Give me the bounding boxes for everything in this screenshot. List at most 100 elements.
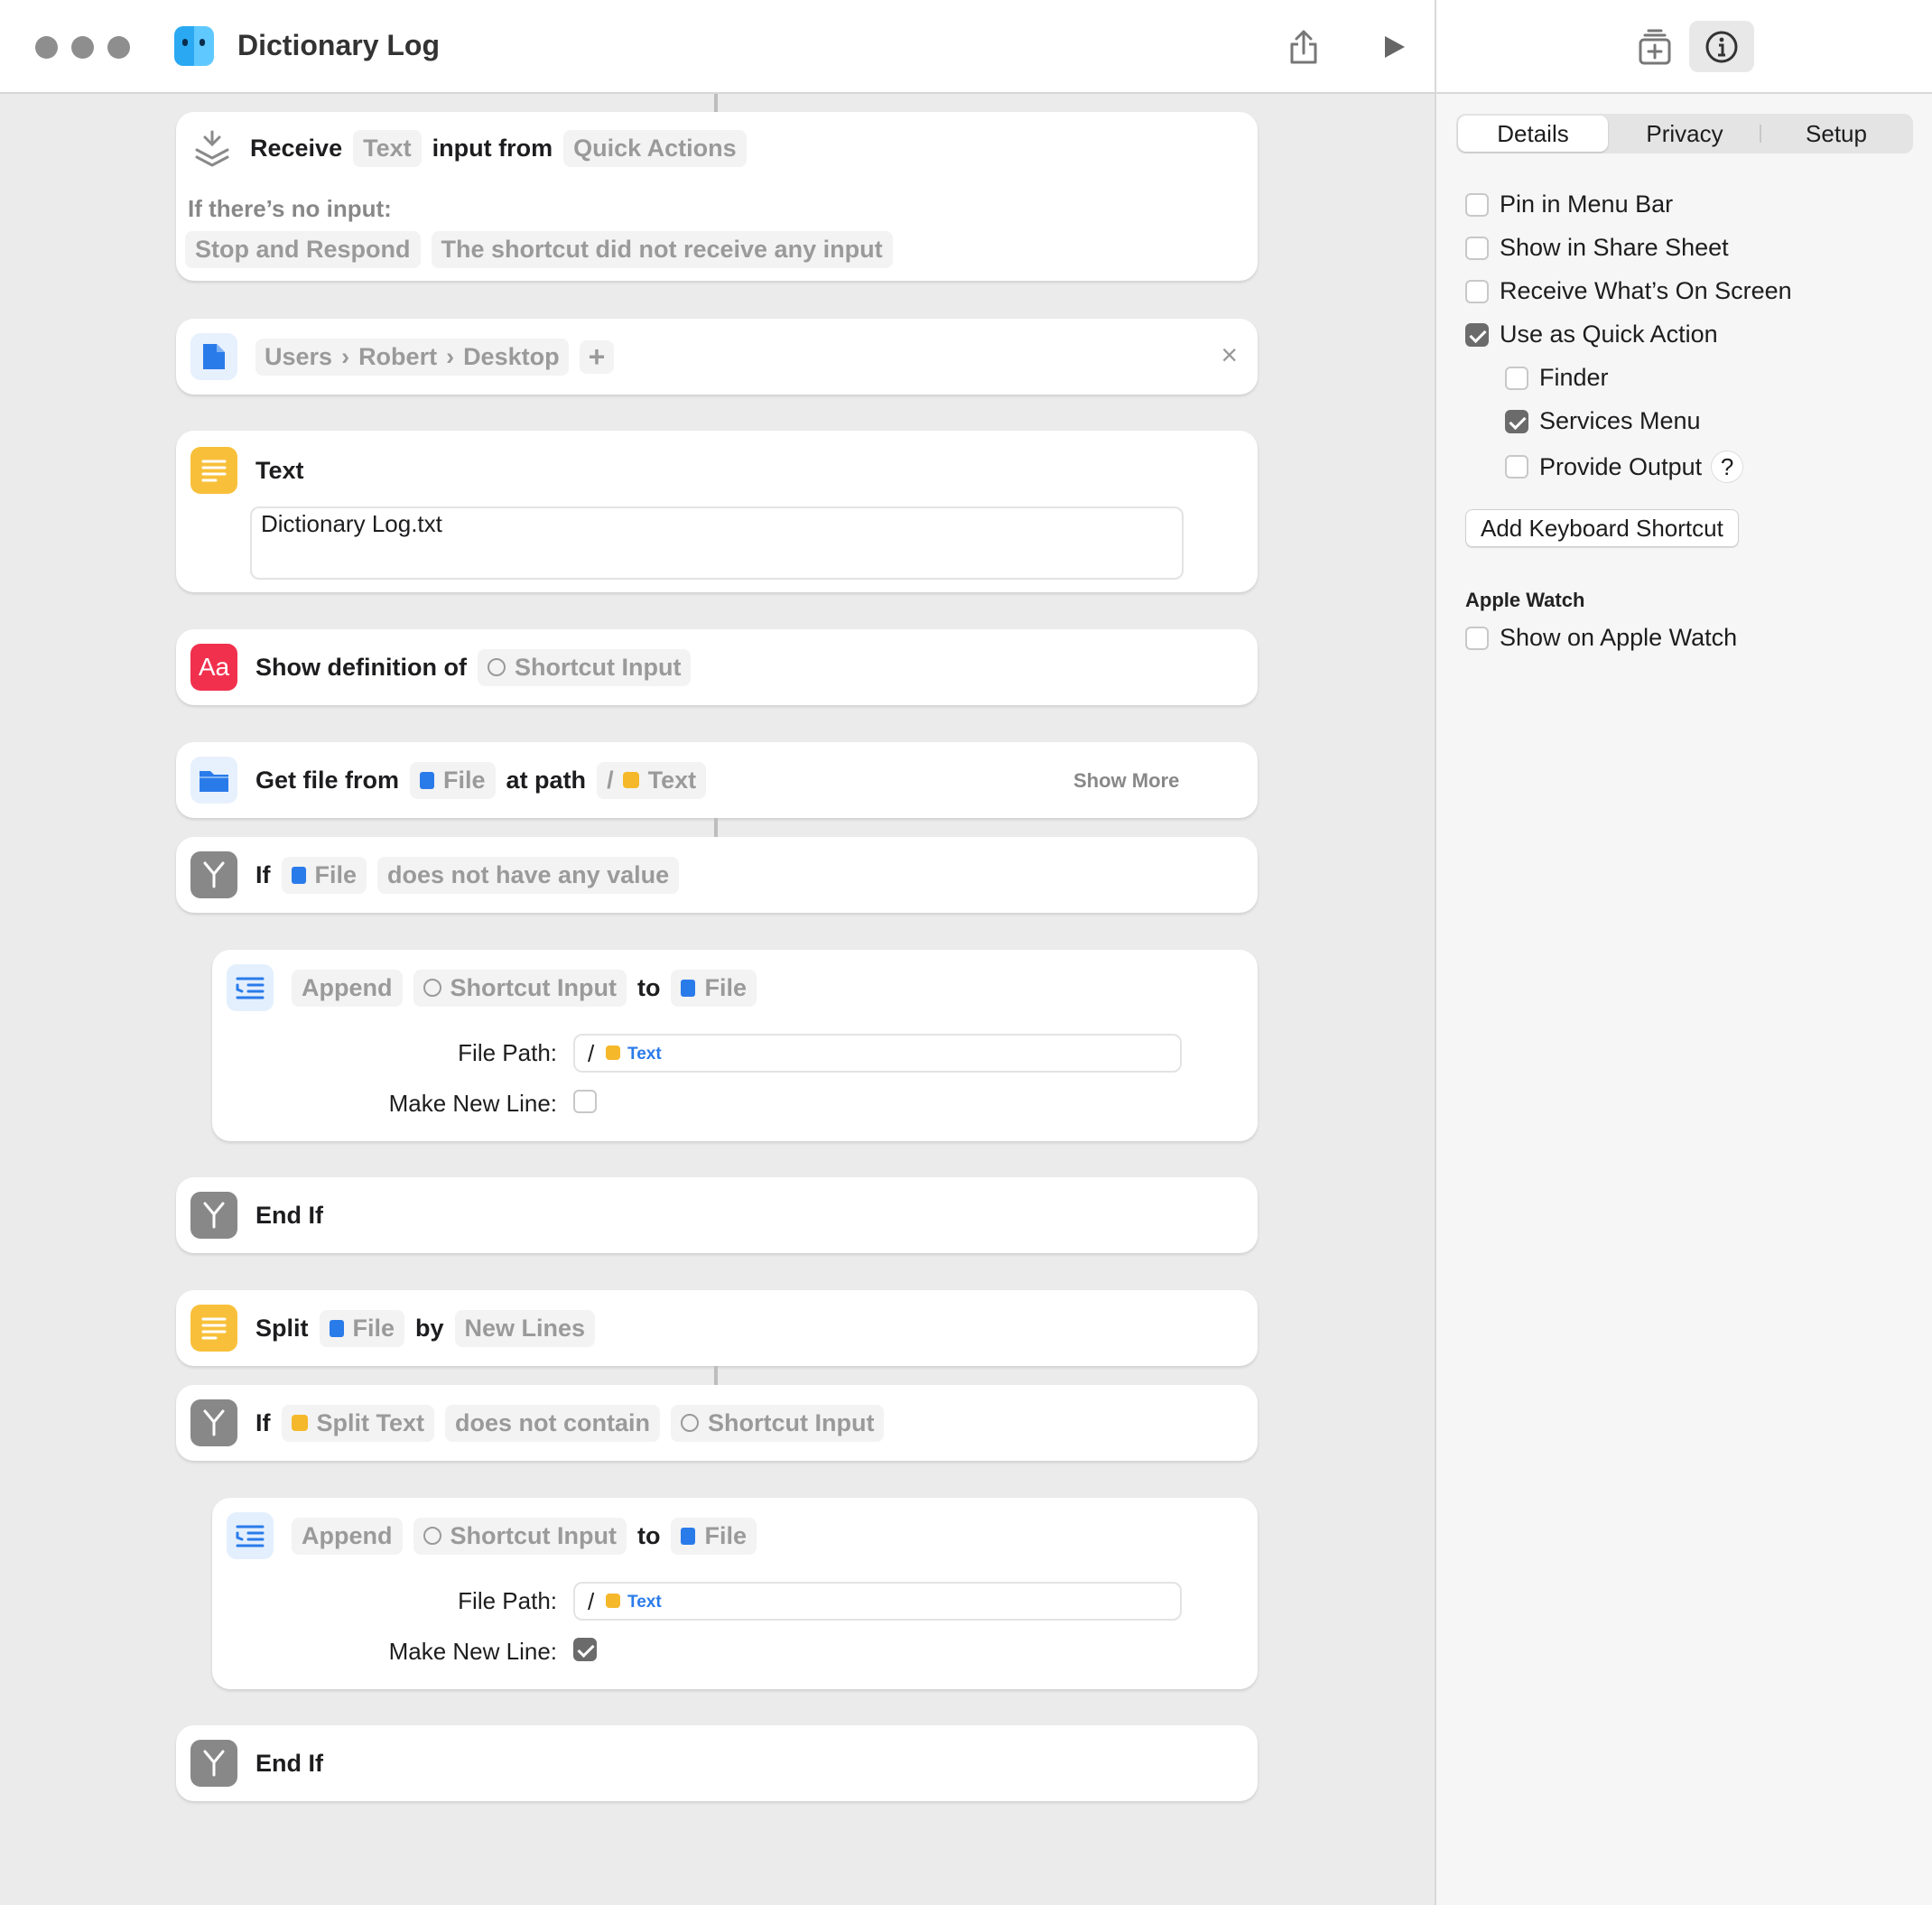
option-show-in-share-sheet[interactable]: Show in Share Sheet xyxy=(1465,234,1729,262)
file-path-card[interactable]: Users › Robert › Desktop + × xyxy=(176,319,1258,395)
file-token[interactable]: File xyxy=(671,1517,757,1555)
show-definition-card[interactable]: Aa Show definition of Shortcut Input xyxy=(176,629,1258,705)
split-action-card[interactable]: Split File by New Lines xyxy=(176,1290,1258,1366)
append-keyword-token[interactable]: Append xyxy=(292,969,403,1007)
add-path-button[interactable]: + xyxy=(579,339,615,374)
get-file-card[interactable]: Get file from File at path / Text Show Mo… xyxy=(176,742,1258,818)
separator-token[interactable]: New Lines xyxy=(454,1309,596,1347)
zoom-window-button[interactable] xyxy=(107,36,130,59)
file-path-field[interactable]: / Text xyxy=(573,1034,1182,1073)
input-type-token[interactable]: Text xyxy=(353,129,422,167)
branch-icon xyxy=(190,1192,237,1239)
split-text-token[interactable]: Split Text xyxy=(281,1404,435,1442)
append-action-card[interactable]: Append Shortcut Input to File File Path:… xyxy=(212,950,1258,1141)
at-path-keyword: at path xyxy=(506,766,587,794)
run-button[interactable] xyxy=(1372,25,1416,69)
details-button[interactable] xyxy=(1689,21,1754,72)
sidebar-toolbar xyxy=(1436,0,1932,94)
add-keyboard-shortcut-button[interactable]: Add Keyboard Shortcut xyxy=(1465,509,1739,547)
crumb-robert[interactable]: Robert xyxy=(358,343,437,371)
checkbox[interactable] xyxy=(1505,409,1528,433)
file-label: File xyxy=(314,860,358,888)
option-pin-in-menu-bar[interactable]: Pin in Menu Bar xyxy=(1465,190,1673,218)
shortcut-input-token[interactable]: Shortcut Input xyxy=(413,1517,627,1555)
checkbox[interactable] xyxy=(1465,236,1489,260)
option-provide-output[interactable]: Provide Output ? xyxy=(1505,451,1744,483)
append-icon xyxy=(227,1512,274,1559)
to-keyword: to xyxy=(636,1521,661,1549)
tab-details[interactable]: Details xyxy=(1458,116,1608,152)
close-icon[interactable]: × xyxy=(1221,339,1238,372)
checkbox[interactable] xyxy=(1465,279,1489,303)
file-label: File xyxy=(704,1521,747,1549)
checkbox[interactable] xyxy=(1465,626,1489,650)
close-window-button[interactable] xyxy=(35,36,58,59)
checkbox[interactable] xyxy=(1505,366,1528,390)
shortcut-input-token[interactable]: Shortcut Input xyxy=(413,969,627,1007)
path-crumbs[interactable]: Users › Robert › Desktop xyxy=(255,338,569,376)
show-more-button[interactable]: Show More xyxy=(1073,769,1179,793)
if-keyword: If xyxy=(255,860,271,888)
receive-action-card[interactable]: Receive Text input from Quick Actions If… xyxy=(176,112,1258,281)
get-file-keyword: Get file from xyxy=(255,766,400,794)
condition-token[interactable]: does not contain xyxy=(445,1404,661,1442)
checkbox[interactable] xyxy=(1505,455,1528,479)
help-button[interactable]: ? xyxy=(1711,451,1744,483)
split-keyword: Split xyxy=(255,1314,309,1342)
gear-icon xyxy=(423,1527,441,1545)
file-token[interactable]: File xyxy=(319,1309,405,1347)
details-sidebar: Details Privacy Setup Pin in Menu Bar Sh… xyxy=(1435,0,1932,1905)
shortcut-input-token[interactable]: Shortcut Input xyxy=(477,648,692,686)
minimize-window-button[interactable] xyxy=(71,36,94,59)
crumb-desktop[interactable]: Desktop xyxy=(463,343,560,371)
make-new-line-checkbox[interactable] xyxy=(573,1090,597,1113)
text-value-field[interactable]: Dictionary Log.txt xyxy=(250,506,1184,580)
end-if-card[interactable]: End If xyxy=(176,1177,1258,1253)
condition-token[interactable]: does not have any value xyxy=(377,856,680,894)
connector-line xyxy=(714,94,718,112)
finder-app-icon xyxy=(174,26,214,66)
file-token[interactable]: File xyxy=(281,856,367,894)
option-label: Use as Quick Action xyxy=(1500,321,1718,348)
file-token[interactable]: File xyxy=(671,969,757,1007)
shortcuts-window: Dictionary Log Receive Text input from Q… xyxy=(0,0,1932,1905)
no-input-message-token[interactable]: The shortcut did not receive any input xyxy=(431,231,893,268)
crumb-users[interactable]: Users xyxy=(265,343,332,371)
no-input-label: If there’s no input: xyxy=(188,195,392,222)
option-services-menu[interactable]: Services Menu xyxy=(1505,407,1701,435)
text-icon xyxy=(606,1594,620,1608)
option-use-as-quick-action[interactable]: Use as Quick Action xyxy=(1465,321,1718,348)
append-keyword-token[interactable]: Append xyxy=(292,1517,403,1555)
info-icon xyxy=(1705,31,1738,62)
make-new-line-checkbox[interactable] xyxy=(573,1638,597,1661)
slash: / xyxy=(607,766,614,794)
path-text-variable[interactable]: Text xyxy=(627,1045,662,1064)
path-slash: / xyxy=(588,1588,595,1615)
option-show-on-apple-watch[interactable]: Show on Apple Watch xyxy=(1465,624,1737,652)
end-if-card[interactable]: End If xyxy=(176,1725,1258,1801)
path-text-variable[interactable]: Text xyxy=(627,1593,662,1612)
share-button[interactable] xyxy=(1282,25,1325,69)
file-token[interactable]: File xyxy=(410,761,496,799)
text-lines-icon xyxy=(190,447,237,494)
file-label: File xyxy=(443,766,486,794)
option-receive-on-screen[interactable]: Receive What’s On Screen xyxy=(1465,277,1792,305)
text-action-card[interactable]: Text Dictionary Log.txt xyxy=(176,431,1258,592)
if-action-card[interactable]: If Split Text does not contain Shortcut … xyxy=(176,1385,1258,1461)
option-finder[interactable]: Finder xyxy=(1505,364,1609,392)
tab-setup[interactable]: Setup xyxy=(1761,116,1911,152)
text-label: Text xyxy=(647,766,697,794)
tab-privacy[interactable]: Privacy xyxy=(1610,116,1760,152)
checkbox[interactable] xyxy=(1465,322,1489,347)
shortcut-input-token[interactable]: Shortcut Input xyxy=(671,1404,885,1442)
input-source-token[interactable]: Quick Actions xyxy=(563,129,747,167)
if-action-card[interactable]: If File does not have any value xyxy=(176,837,1258,913)
append-action-card[interactable]: Append Shortcut Input to File File Path:… xyxy=(212,1498,1258,1689)
action-library-button[interactable] xyxy=(1634,26,1676,68)
show-definition-keyword: Show definition of xyxy=(255,653,467,681)
no-input-action-token[interactable]: Stop and Respond xyxy=(185,231,421,268)
split-text-label: Split Text xyxy=(316,1408,425,1436)
path-token[interactable]: / Text xyxy=(597,761,707,799)
file-path-field[interactable]: / Text xyxy=(573,1582,1182,1621)
checkbox[interactable] xyxy=(1465,192,1489,217)
